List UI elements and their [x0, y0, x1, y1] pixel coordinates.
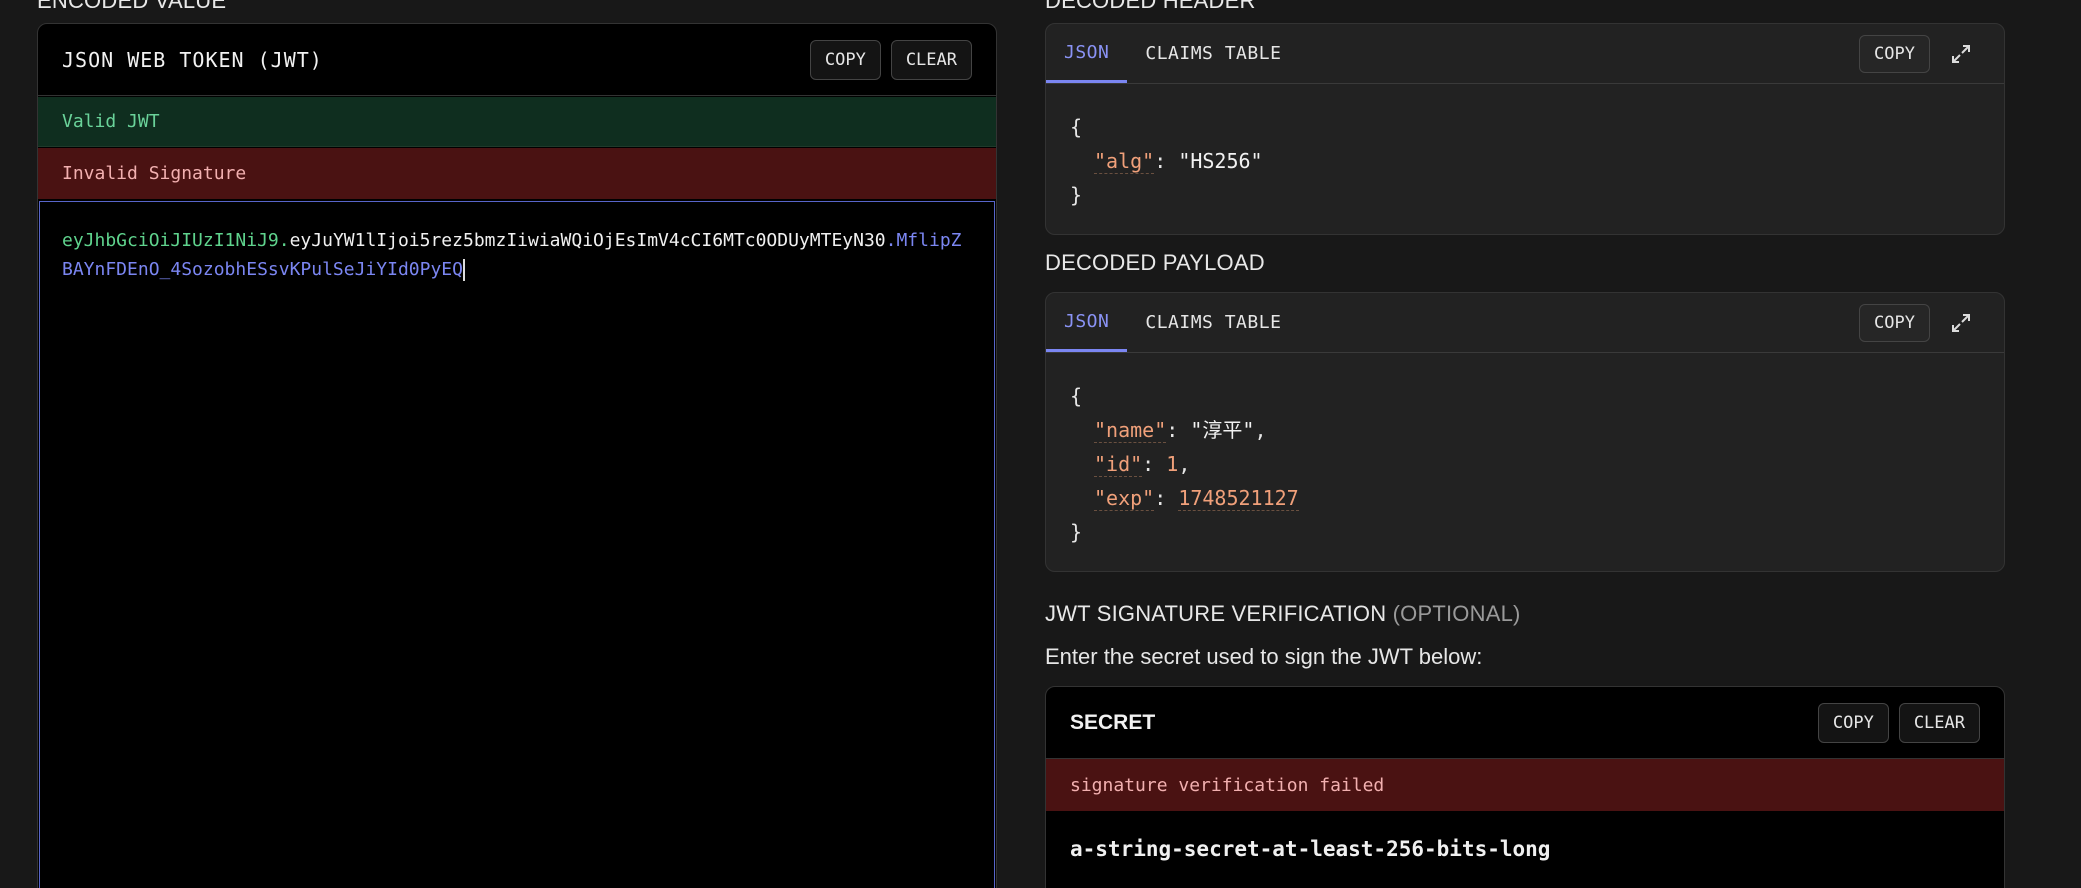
jwt-clear-button[interactable]: CLEAR [890, 39, 972, 80]
tab-header-json[interactable]: JSON [1046, 24, 1128, 83]
secret-panel-header: SECRET COPY CLEAR [1046, 687, 2004, 759]
json-open-brace: { [1070, 115, 1083, 139]
tab-payload-json[interactable]: JSON [1046, 293, 1128, 352]
json-value: "淳平" [1190, 418, 1255, 442]
json-line-exp: "exp": 1748521127 [1094, 486, 1299, 511]
jwt-panel-header: JSON WEB TOKEN (JWT) COPY CLEAR [38, 24, 996, 96]
json-value: 1 [1166, 452, 1179, 476]
verification-title-text: JWT SIGNATURE VERIFICATION [1045, 601, 1387, 626]
token-dot: . [278, 230, 290, 251]
secret-panel-title: SECRET [1070, 710, 1156, 734]
token-dot: . [885, 230, 897, 251]
token-header-segment: eyJhbGciOiJIUzI1NiJ9 [62, 230, 279, 251]
json-key: "exp" [1094, 486, 1155, 511]
decoded-payload-card: JSON CLAIMS TABLE COPY { "name": "淳平", "… [1045, 292, 2005, 572]
text-caret [462, 259, 465, 281]
decoded-payload-json: { "name": "淳平", "id": 1, "exp": 17485211… [1046, 353, 2004, 571]
decoded-header-json: { "alg": "HS256" } [1046, 84, 2004, 234]
decoded-payload-tabs: JSON CLAIMS TABLE COPY [1046, 293, 2004, 353]
json-close-brace: } [1070, 183, 1083, 207]
secret-copy-button[interactable]: COPY [1817, 702, 1889, 743]
optional-label: (OPTIONAL) [1392, 601, 1521, 626]
invalid-signature-status: Invalid Signature [38, 148, 996, 199]
token-payload-segment: eyJuYW1lIjoi5rez5bmzIiwiaWQiOjEsImV4cCI6… [289, 230, 886, 251]
decoded-header-tabs: JSON CLAIMS TABLE COPY [1046, 24, 2004, 84]
verification-title: JWT SIGNATURE VERIFICATION (OPTIONAL) [1045, 601, 1521, 627]
expand-icon[interactable] [1940, 304, 1982, 342]
verification-hint: Enter the secret used to sign the JWT be… [1045, 644, 1483, 669]
decoded-header-title: DECODED HEADER [1045, 0, 1256, 13]
secret-clear-button[interactable]: CLEAR [1898, 702, 1980, 743]
decoded-payload-title: DECODED PAYLOAD [1045, 250, 1265, 275]
encoded-value-title: ENCODED VALUE [37, 0, 227, 13]
secret-input[interactable]: a-string-secret-at-least-256-bits-long [1046, 811, 2004, 887]
header-copy-button[interactable]: COPY [1859, 34, 1930, 73]
payload-copy-button[interactable]: COPY [1859, 303, 1930, 342]
jwt-panel: JSON WEB TOKEN (JWT) COPY CLEAR Valid JW… [37, 23, 997, 888]
json-line-alg: "alg": "HS256" [1094, 149, 1263, 174]
json-line-id: "id": 1, [1094, 452, 1191, 477]
tab-payload-claims-table[interactable]: CLAIMS TABLE [1127, 293, 1299, 352]
json-key: "alg" [1094, 149, 1155, 174]
jwt-panel-title: JSON WEB TOKEN (JWT) [62, 47, 323, 72]
secret-panel: SECRET COPY CLEAR signature verification… [1045, 686, 2005, 888]
decoded-header-card: JSON CLAIMS TABLE COPY { "alg": "HS256" … [1045, 23, 2005, 235]
json-value: "HS256" [1178, 149, 1263, 173]
json-key: "id" [1094, 452, 1143, 477]
json-line-name: "name": "淳平", [1094, 418, 1267, 443]
json-close-brace: } [1070, 520, 1083, 544]
tab-header-claims-table[interactable]: CLAIMS TABLE [1127, 24, 1299, 83]
jwt-token-input[interactable]: eyJhbGciOiJIUzI1NiJ9.eyJuYW1lIjoi5rez5bm… [39, 201, 995, 888]
verification-error-status: signature verification failed [1046, 759, 2004, 811]
json-key: "name" [1094, 418, 1167, 443]
jwt-copy-button[interactable]: COPY [809, 39, 881, 80]
json-value: 1748521127 [1178, 486, 1299, 511]
expand-icon[interactable] [1940, 35, 1982, 73]
valid-jwt-status: Valid JWT [38, 97, 996, 147]
json-open-brace: { [1070, 384, 1083, 408]
